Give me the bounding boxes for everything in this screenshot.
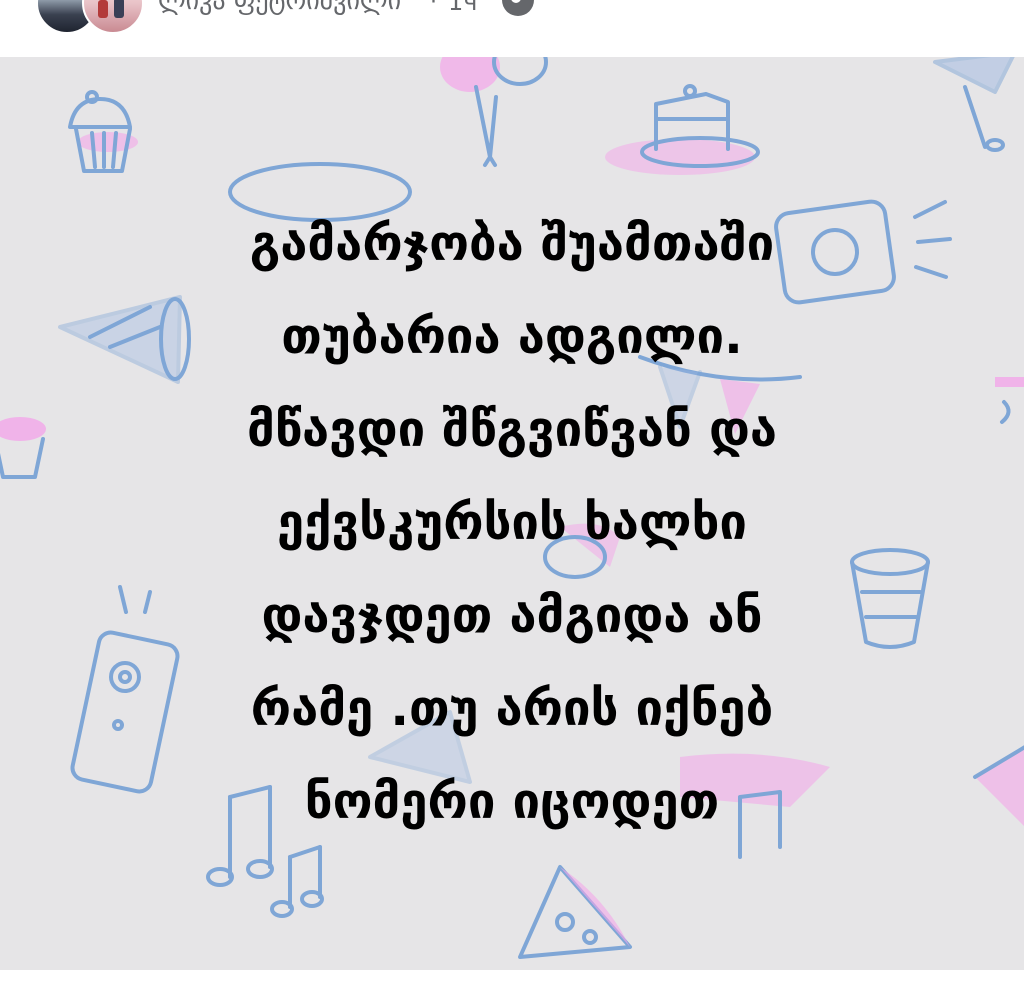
post-text-line: რამე .თუ არის იქნებ <box>250 680 774 737</box>
post-text-line: თუბარია ადგილი. <box>281 308 743 365</box>
cupcake-icon <box>68 90 138 173</box>
author-avatars[interactable] <box>36 0 146 34</box>
post-timestamp[interactable]: 1ч <box>448 0 477 16</box>
avatar[interactable] <box>82 0 144 34</box>
post-text: გამარჯობა შუამთაში თუბარია ადგილი. მწავდ… <box>0 197 1024 848</box>
post-footer <box>0 970 1024 1000</box>
author-name[interactable]: ლიკა ფეტრიშვილი <box>158 0 401 16</box>
pizza-slice-icon <box>518 865 632 959</box>
post-text-line: გამარჯობა შუამთაში <box>249 215 775 272</box>
balloons-icon <box>440 57 548 167</box>
post-text-line: ნომერი იცოდეთ <box>304 773 720 830</box>
post-text-line: ექვსკურსის ხალხი <box>276 494 748 551</box>
post-card: გამარჯობა შუამთაში თუბარია ადგილი. მწავდ… <box>0 57 1024 970</box>
post-text-line: დავჯდეთ ამგიდა ან <box>261 587 763 644</box>
globe-icon <box>502 0 534 16</box>
post-header: ლიკა ფეტრიშვილი · 1ч <box>0 0 1024 57</box>
post-text-line: მწავდი შწგვიწვან და <box>246 401 777 458</box>
cake-icon <box>605 84 760 175</box>
party-horn-icon <box>933 57 1015 152</box>
meta-separator: · <box>430 0 437 15</box>
